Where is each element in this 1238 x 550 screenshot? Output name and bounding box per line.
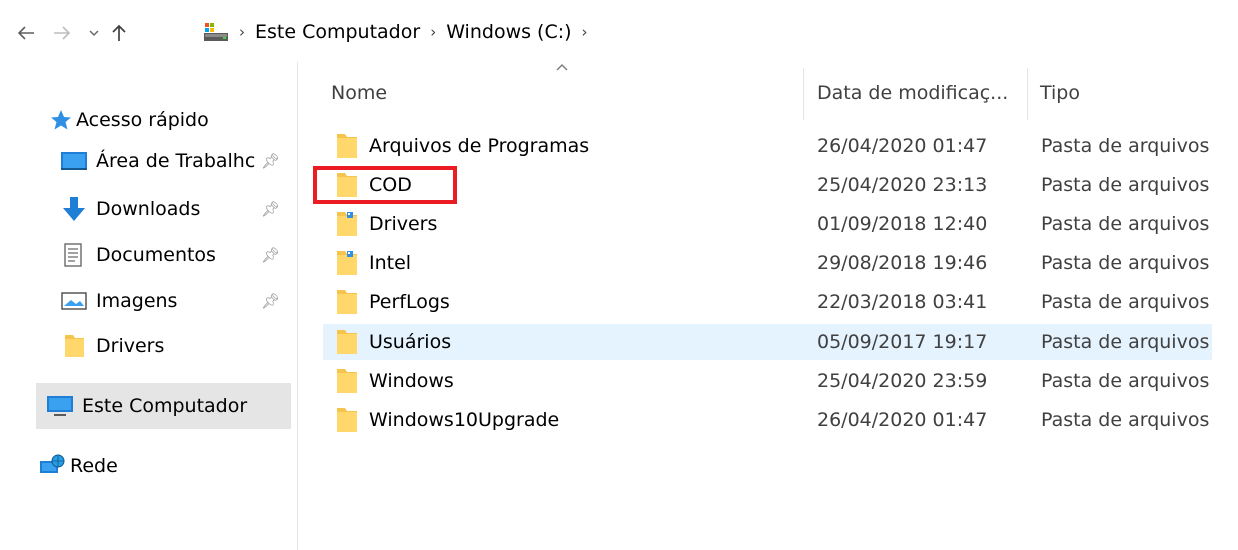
file-row[interactable]: Windows 25/04/2020 23:59 Pasta de arquivos: [323, 363, 1212, 399]
file-name: Intel: [369, 252, 412, 274]
file-date: 22/03/2018 03:41: [817, 291, 988, 313]
breadcrumb-separator: ›: [430, 23, 437, 41]
file-row[interactable]: PerfLogs 22/03/2018 03:41 Pasta de arquivo…: [323, 284, 1212, 320]
file-date: 05/09/2017 19:17: [817, 331, 988, 353]
sidebar-item-desktop[interactable]: Área de Trabalhc 📌︎: [60, 143, 286, 179]
file-date: 01/09/2018 12:40: [817, 213, 988, 235]
file-date: 26/04/2020 01:47: [817, 409, 988, 431]
sidebar-item-pictures[interactable]: Imagens 📌︎: [60, 283, 286, 319]
desktop-icon: [61, 152, 87, 170]
sidebar-item-this-pc[interactable]: Este Computador: [36, 383, 291, 429]
file-type: Pasta de arquivos: [1041, 174, 1210, 196]
sidebar-item-network[interactable]: Rede: [38, 448, 118, 484]
file-row[interactable]: Drivers 01/09/2018 12:40 Pasta de arquivos: [323, 206, 1212, 242]
file-name-cell: Drivers: [335, 206, 437, 242]
folder-icon: [337, 408, 357, 432]
file-name-cell: Windows10Upgrade: [335, 402, 559, 438]
sidebar-item-label: Downloads: [96, 198, 201, 220]
arrow-right-icon: [54, 26, 71, 40]
breadcrumb-separator: ›: [239, 23, 245, 41]
file-name-cell: PerfLogs: [335, 284, 450, 320]
folder-shortcut-icon: [337, 251, 357, 275]
column-header-label: Nome: [331, 82, 388, 104]
file-name: Arquivos de Programas: [369, 135, 590, 157]
file-date: 25/04/2020 23:13: [817, 174, 988, 196]
network-icon: [40, 454, 65, 473]
file-name: Usuários: [369, 331, 452, 353]
column-divider[interactable]: [803, 68, 804, 120]
up-button[interactable]: [110, 18, 128, 50]
sidebar-item-label: Rede: [70, 455, 118, 477]
column-header-name[interactable]: Nome: [331, 78, 801, 108]
file-date: 29/08/2018 19:46: [817, 252, 988, 274]
folder-icon: [337, 369, 357, 393]
breadcrumb-separator[interactable]: ›: [582, 23, 588, 41]
pin-icon: 📌︎: [260, 152, 280, 170]
recent-locations-button[interactable]: [88, 18, 100, 46]
pictures-icon: [61, 292, 87, 310]
folder-shortcut-icon: [337, 212, 357, 236]
file-name-cell: Arquivos de Programas: [335, 128, 589, 164]
file-name: Windows: [369, 370, 454, 392]
column-divider[interactable]: [1027, 68, 1028, 120]
sidebar-item-label: Área de Trabalhc: [96, 150, 256, 172]
sidebar-item-documents[interactable]: Documentos 📌︎: [60, 237, 286, 273]
file-name-cell: Intel: [335, 245, 411, 281]
column-header-label: Tipo: [1040, 82, 1080, 104]
pin-icon: 📌︎: [260, 246, 280, 264]
column-header-label: Data de modificaç...: [817, 82, 1009, 104]
sidebar-quick-access[interactable]: Acesso rápido: [50, 102, 209, 138]
pin-icon: 📌︎: [260, 200, 280, 218]
file-name: PerfLogs: [369, 291, 450, 313]
sidebar-item-drivers[interactable]: Drivers: [60, 328, 286, 364]
sidebar-item-label: Este Computador: [82, 395, 248, 417]
document-icon: [64, 243, 82, 267]
file-name-cell: Windows: [335, 363, 454, 399]
download-arrow-icon: [63, 197, 85, 221]
sidebar-item-label: Drivers: [96, 335, 165, 357]
file-row[interactable]: Windows10Upgrade 26/04/2020 01:47 Pasta de…: [323, 402, 1212, 438]
arrow-up-icon: [112, 24, 126, 41]
folder-icon: [337, 290, 357, 314]
file-type: Pasta de arquivos: [1041, 291, 1210, 313]
sidebar-item-label: Imagens: [96, 290, 178, 312]
file-type: Pasta de arquivos: [1041, 252, 1210, 274]
forward-button[interactable]: [52, 18, 72, 50]
breadcrumb-item-drive-c[interactable]: Windows (C:): [446, 21, 571, 43]
folder-icon: [337, 330, 357, 354]
pane-divider[interactable]: [297, 62, 298, 550]
sort-ascending-icon: [555, 60, 569, 76]
file-row[interactable]: Usuários 05/09/2017 19:17 Pasta de arquivo…: [323, 324, 1212, 360]
file-date: 25/04/2020 23:59: [817, 370, 988, 392]
file-row[interactable]: Arquivos de Programas 26/04/2020 01:47 Pas…: [323, 128, 1212, 164]
sidebar-item-downloads[interactable]: Downloads 📌︎: [60, 191, 286, 227]
file-type: Pasta de arquivos: [1041, 409, 1210, 431]
computer-monitor-icon: [47, 396, 73, 416]
sidebar-item-label: Documentos: [96, 244, 216, 266]
back-button[interactable]: [16, 18, 36, 50]
column-header-date[interactable]: Data de modificaç...: [817, 78, 1022, 108]
file-name: Drivers: [369, 213, 438, 235]
computer-drive-icon: [204, 23, 228, 41]
file-date: 26/04/2020 01:47: [817, 135, 988, 157]
star-icon: [51, 110, 71, 130]
sidebar-item-label: Acesso rápido: [76, 109, 209, 131]
folder-icon: [65, 335, 84, 357]
file-type: Pasta de arquivos: [1041, 213, 1210, 235]
chevron-down-icon: [89, 30, 99, 37]
file-name-cell: Usuários: [335, 324, 451, 360]
file-type: Pasta de arquivos: [1041, 331, 1210, 353]
breadcrumb[interactable]: › Este Computador › Windows (C:) ›: [203, 17, 598, 47]
breadcrumb-item-this-pc[interactable]: Este Computador: [255, 21, 420, 43]
pin-icon: 📌︎: [260, 292, 280, 310]
column-header-type[interactable]: Tipo: [1040, 78, 1220, 108]
file-type: Pasta de arquivos: [1041, 370, 1210, 392]
file-row[interactable]: Intel 29/08/2018 19:46 Pasta de arquivos: [323, 245, 1212, 281]
arrow-left-icon: [17, 26, 34, 40]
file-type: Pasta de arquivos: [1041, 135, 1210, 157]
highlight-box: [313, 166, 457, 204]
folder-icon: [337, 134, 357, 158]
file-name: Windows10Upgrade: [369, 409, 560, 431]
